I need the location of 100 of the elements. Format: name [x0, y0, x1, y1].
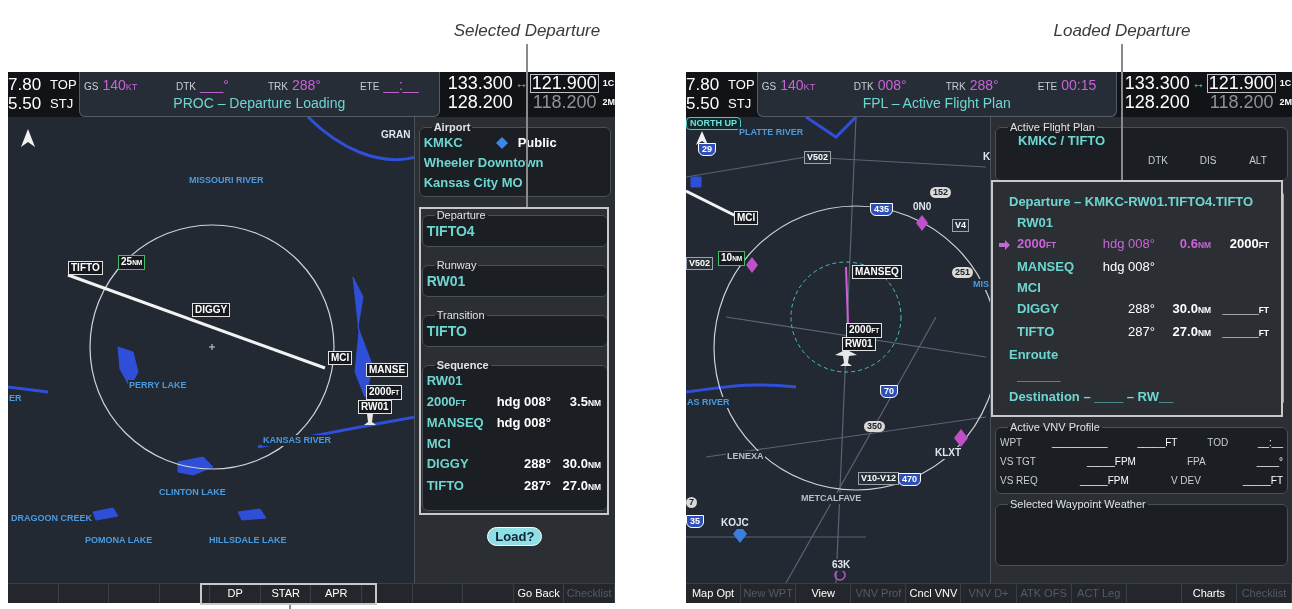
airport-city: Kansas City MO	[423, 174, 524, 192]
field-value: __________	[1052, 436, 1108, 450]
map-label: MIS	[972, 279, 990, 290]
waypoint-name: DIGGY	[426, 455, 470, 473]
channel-label: 2M	[602, 96, 615, 109]
group-title: Sequence	[435, 359, 490, 371]
highway-shield: 435	[870, 203, 894, 216]
field-value: __:__	[383, 76, 419, 95]
softkey[interactable]	[159, 584, 211, 603]
highway-marker: 152	[930, 187, 952, 198]
field-label: TRK	[267, 80, 288, 94]
softkey[interactable]: Go Back	[513, 584, 565, 603]
waypoint-name: MANSEQ	[1017, 258, 1076, 276]
channel-label: 1C	[1279, 77, 1292, 90]
airway-label: V10-V12	[858, 472, 900, 485]
column-header: DTK	[1147, 154, 1169, 168]
field-label: WPT	[1000, 436, 1023, 450]
highway-shield: 29	[698, 143, 716, 156]
airway-label: V502	[686, 257, 714, 270]
section-heading: Destination – ____ – RW__	[1009, 388, 1175, 406]
softkey[interactable]: View	[796, 584, 852, 603]
north-arrow-icon	[696, 131, 708, 145]
reading: 5.50	[8, 94, 42, 113]
distance-value: 27.0NM	[1171, 323, 1211, 341]
waypoint-label: MANSE	[366, 363, 409, 377]
selection-value[interactable]: RW01	[426, 271, 603, 293]
group-title: Selected Waypoint Weather	[1009, 498, 1147, 510]
selection-value[interactable]: TIFTO	[426, 321, 603, 343]
highway-marker: 251	[952, 267, 974, 278]
frequency: 128.200	[447, 93, 513, 112]
reading: 7.80	[8, 75, 42, 94]
waypoint-label: DIGGY	[192, 303, 231, 317]
distance-value: 30.0NM	[561, 455, 601, 473]
reading: 7.80	[686, 75, 720, 94]
waypoint-label: TIFTO	[68, 261, 103, 275]
section-heading: Enroute	[1009, 346, 1060, 364]
vor-icon	[916, 215, 928, 231]
standby-frequency: 121.900	[529, 74, 599, 93]
load-button[interactable]: Load?	[487, 527, 543, 546]
field-value: _____FPM	[1079, 474, 1129, 488]
highway-marker: 7	[686, 497, 697, 508]
map-label: 0N0	[912, 201, 933, 213]
map-label: AS RIVER	[686, 397, 731, 408]
page-title: FPL – Active Flight Plan	[861, 94, 1012, 112]
waypoint-label: MCI	[734, 211, 759, 225]
map-label: ER	[8, 393, 23, 404]
course-value: 287°	[1127, 323, 1155, 341]
highway-shield: 70	[880, 385, 898, 398]
waypoint-label: TOP	[50, 76, 77, 93]
map-label: LENEXA	[726, 451, 765, 462]
airway-label: V4	[952, 219, 969, 232]
map-label: KANSAS RIVER	[262, 435, 332, 446]
section-heading: Departure – KMKC-RW01.TIFTO4.TIFTO	[1009, 193, 1255, 211]
page-title: PROC – Departure Loading	[172, 94, 347, 112]
field-label: GS	[83, 80, 99, 94]
map-label: MISSOURI RIVER	[188, 175, 265, 186]
field-label: VS REQ	[1000, 474, 1038, 488]
airport-type: Public	[517, 134, 557, 152]
field-label: V DEV	[1170, 474, 1201, 488]
softkey[interactable]: Cncl VNV	[906, 584, 962, 603]
airport-icon	[495, 137, 508, 149]
waypoint-name: ______	[1017, 367, 1062, 385]
softkey[interactable]: Map Opt	[686, 584, 742, 603]
vor-icon	[746, 257, 758, 273]
field-value: 288°	[969, 76, 999, 95]
field-label: DTK	[853, 80, 874, 94]
field-value: 140KT	[780, 76, 816, 95]
scroll-bar[interactable]	[1281, 193, 1284, 403]
frequency: 128.200	[1124, 93, 1190, 112]
course-value: 288°	[524, 455, 551, 473]
softkey[interactable]	[362, 584, 413, 603]
standby-frequency: 118.200	[1208, 93, 1275, 112]
distance-value: 3.5NM	[568, 392, 601, 411]
airport-ident: KMKC	[423, 134, 464, 152]
map-label: 63K	[831, 559, 852, 571]
softkey[interactable]: Charts	[1181, 584, 1237, 603]
group-title: Airport	[432, 121, 472, 133]
field-value: _____FT	[1242, 474, 1283, 488]
orientation-badge: NORTH UP	[686, 117, 741, 130]
waypoint-name: TIFTO	[426, 476, 465, 495]
highway-shield: 470	[898, 473, 922, 486]
waypoint-name: MCI	[426, 434, 452, 453]
course-line	[845, 266, 849, 324]
distance-value: 30.0NM	[1171, 300, 1211, 318]
course-value: hdg 008°	[496, 392, 551, 411]
waypoint-name: MANSEQ	[426, 414, 485, 432]
softkey[interactable]: DP	[210, 584, 261, 603]
waypoint-name: RW01	[426, 372, 464, 390]
field-label: TOD	[1207, 436, 1229, 450]
field-label: FPA	[1186, 455, 1206, 469]
selection-value[interactable]: TIFTO4	[426, 221, 603, 243]
waypoint-name: MCI	[1017, 279, 1042, 297]
field-value: 008°	[877, 76, 907, 95]
field-value: ___°	[199, 76, 229, 95]
group-title: Runway	[435, 259, 478, 271]
waypoint-name: DIGGY	[1017, 300, 1060, 318]
waypoint-label: MANSEQ	[852, 265, 902, 279]
frequency: 133.300	[447, 74, 513, 93]
highway-shield: 35	[686, 515, 704, 528]
course-value: 287°	[524, 476, 551, 495]
